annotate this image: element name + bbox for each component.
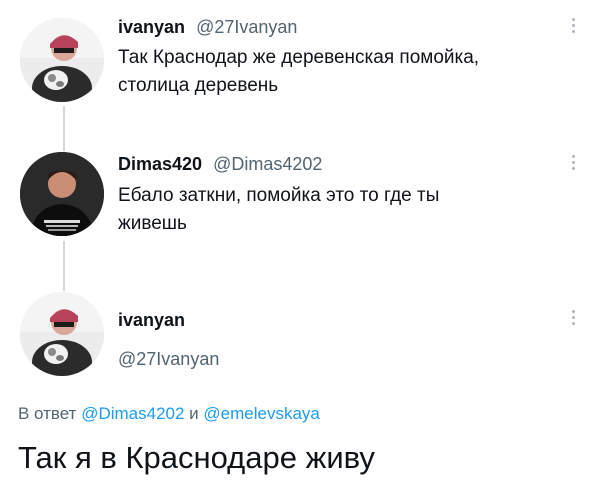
more-vertical-icon[interactable] xyxy=(570,155,576,170)
thread-connector-line xyxy=(63,106,65,151)
reply-conjunction: и xyxy=(189,404,199,423)
more-vertical-icon[interactable] xyxy=(570,310,576,325)
thread-connector-line xyxy=(63,241,65,291)
tweet-text-line: Так Краснодар же деревенская помойка, xyxy=(118,47,480,68)
avatar[interactable] xyxy=(20,152,104,236)
reply-mention-link[interactable]: @emelevskaya xyxy=(203,404,319,423)
more-vertical-icon[interactable] xyxy=(570,18,576,33)
tweet-text: Так Краснодар же деревенская помойка, ст… xyxy=(118,44,578,100)
author-handle[interactable]: @27Ivanyan xyxy=(118,349,219,370)
tweet-text-line: Ебало заткни, помойка это то где ты xyxy=(118,185,440,206)
author-name[interactable]: ivanyan xyxy=(118,310,185,331)
avatar[interactable] xyxy=(20,292,104,376)
author-name[interactable]: ivanyan xyxy=(118,17,185,37)
author-handle[interactable]: @27Ivanyan xyxy=(196,17,297,37)
tweet-text-line: живешь xyxy=(118,213,187,234)
main-tweet-text: Так я в Краснодаре живу xyxy=(18,440,375,475)
tweet-text-line: столица деревень xyxy=(118,75,279,96)
reply-context: В ответ @Dimas4202 и @emelevskaya xyxy=(18,404,320,424)
author-handle[interactable]: @Dimas4202 xyxy=(213,154,322,174)
tweet-text: Ебало заткни, помойка это то где ты живе… xyxy=(118,182,578,238)
reply-prefix: В ответ xyxy=(18,404,77,423)
author-name[interactable]: Dimas420 xyxy=(118,154,202,174)
avatar[interactable] xyxy=(20,18,104,102)
reply-mention-link[interactable]: @Dimas4202 xyxy=(81,404,184,423)
